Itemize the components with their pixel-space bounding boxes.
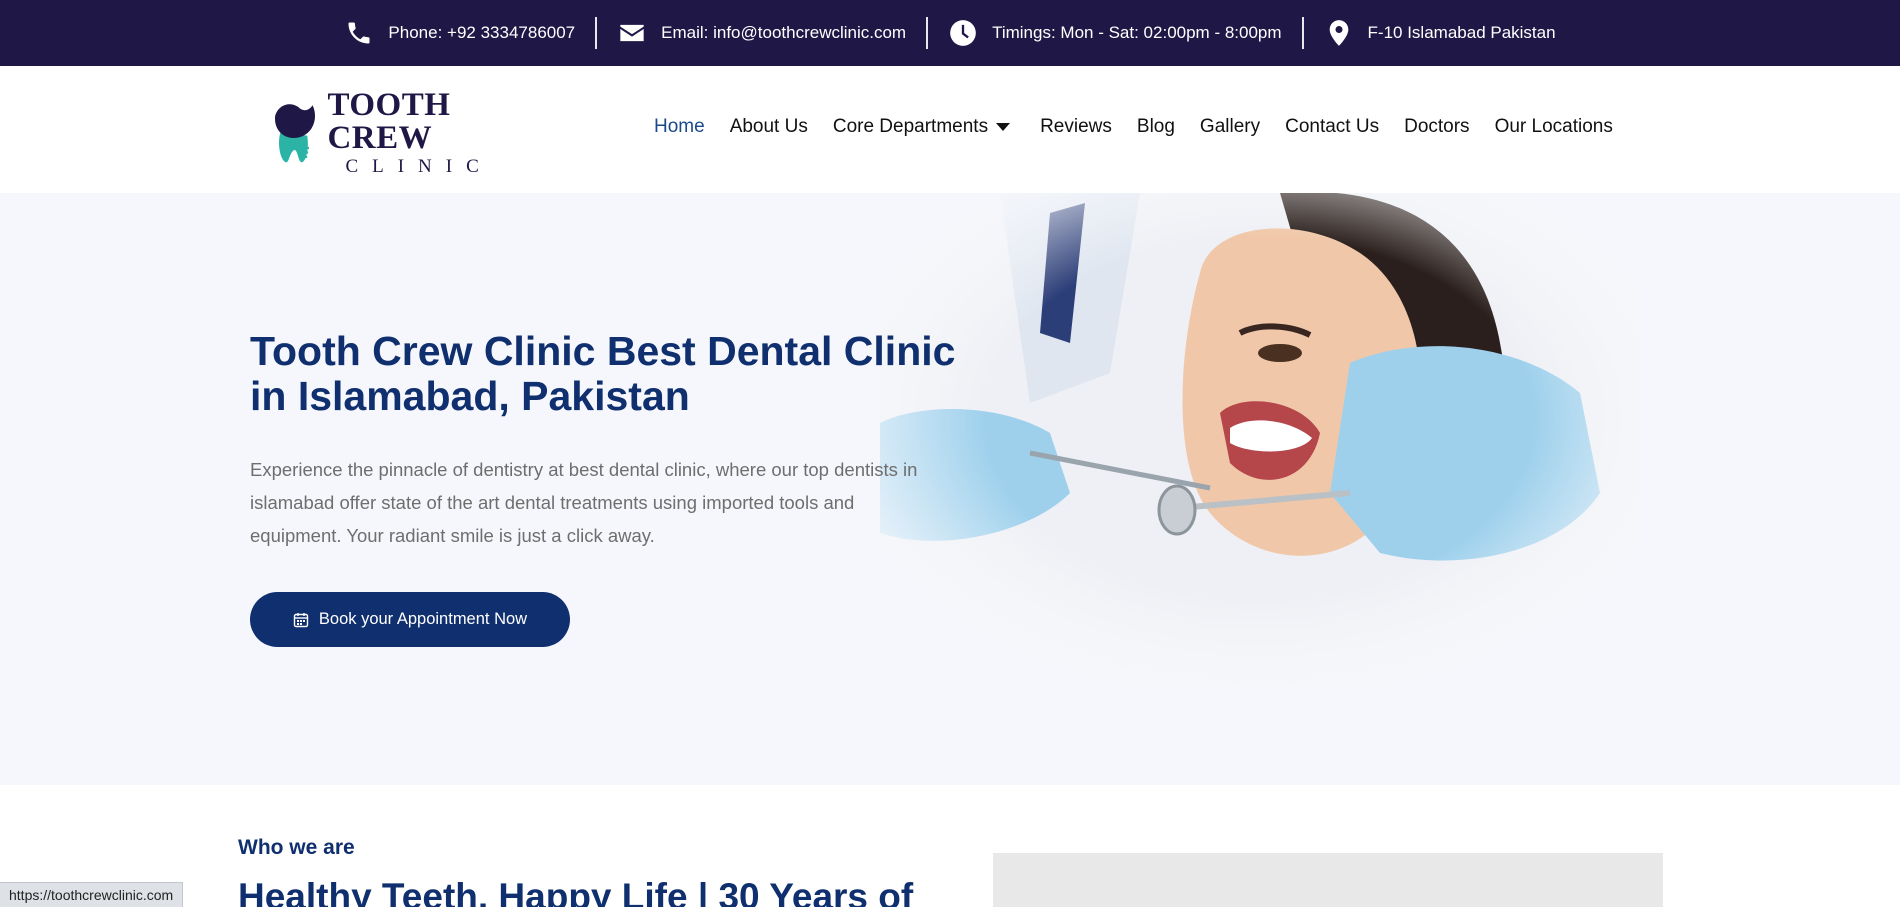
logo-line2: CLINIC bbox=[345, 155, 493, 177]
nav-reviews[interactable]: Reviews bbox=[1040, 116, 1112, 138]
hero-description: Experience the pinnacle of dentistry at … bbox=[250, 459, 918, 546]
logo-line1: TOOTH CREW bbox=[327, 86, 451, 156]
nav-about[interactable]: About Us bbox=[730, 116, 808, 138]
calendar-icon bbox=[293, 612, 309, 627]
nav-core-departments[interactable]: Core Departments bbox=[832, 116, 1011, 138]
nav-locations[interactable]: Our Locations bbox=[1495, 116, 1613, 138]
caret-down-icon bbox=[996, 123, 1011, 131]
browser-status-url: https://toothcrewclinic.com bbox=[0, 882, 184, 907]
email-text: Email: info@toothcrewclinic.com bbox=[661, 23, 907, 42]
clock-icon bbox=[948, 18, 978, 48]
logo-wordmark: TOOTH CREW CLINIC bbox=[327, 86, 538, 177]
about-image bbox=[993, 853, 1663, 907]
divider bbox=[1301, 17, 1304, 49]
hero-title: Tooth Crew Clinic Best Dental Clinic in … bbox=[250, 328, 956, 419]
divider bbox=[926, 17, 929, 49]
email-info[interactable]: Email: info@toothcrewclinic.com bbox=[597, 17, 926, 49]
hero-patient-image bbox=[880, 193, 1640, 693]
nav-home[interactable]: Home bbox=[654, 116, 705, 138]
timings-text: Timings: Mon - Sat: 02:00pm - 8:00pm bbox=[992, 23, 1282, 42]
envelope-icon bbox=[617, 18, 647, 48]
about-title: Healthy Teeth, Happy Life | 30 Years of bbox=[238, 876, 914, 907]
book-appointment-label: Book your Appointment Now bbox=[318, 610, 528, 628]
location-text: F-10 Islamabad Pakistan bbox=[1367, 23, 1556, 42]
phone-text: Phone: +92 3334786007 bbox=[388, 23, 576, 42]
nav-contact[interactable]: Contact Us bbox=[1285, 116, 1379, 138]
about-label: Who we are bbox=[238, 836, 355, 859]
map-pin-icon bbox=[1324, 18, 1354, 48]
site-logo[interactable]: TOOTH CREW CLINIC bbox=[268, 88, 538, 176]
site-header: TOOTH CREW CLINIC Home About Us Core Dep… bbox=[0, 66, 1900, 193]
tooth-logo-icon bbox=[274, 104, 316, 163]
timings-info: Timings: Mon - Sat: 02:00pm - 8:00pm bbox=[928, 17, 1301, 49]
location-info: F-10 Islamabad Pakistan bbox=[1304, 17, 1576, 49]
book-appointment-button[interactable]: Book your Appointment Now bbox=[250, 592, 570, 647]
nav-core-label: Core Departments bbox=[832, 116, 989, 137]
nav-blog[interactable]: Blog bbox=[1137, 116, 1175, 138]
main-nav: Home About Us Core Departments Reviews B… bbox=[654, 116, 1638, 138]
nav-doctors[interactable]: Doctors bbox=[1404, 116, 1469, 138]
nav-gallery[interactable]: Gallery bbox=[1200, 116, 1260, 138]
top-info-bar: Phone: +92 3334786007 Email: info@toothc… bbox=[0, 0, 1900, 66]
phone-info[interactable]: Phone: +92 3334786007 bbox=[324, 17, 595, 49]
divider bbox=[595, 17, 598, 49]
phone-icon bbox=[344, 18, 374, 48]
hero-section: Tooth Crew Clinic Best Dental Clinic in … bbox=[0, 193, 1900, 785]
